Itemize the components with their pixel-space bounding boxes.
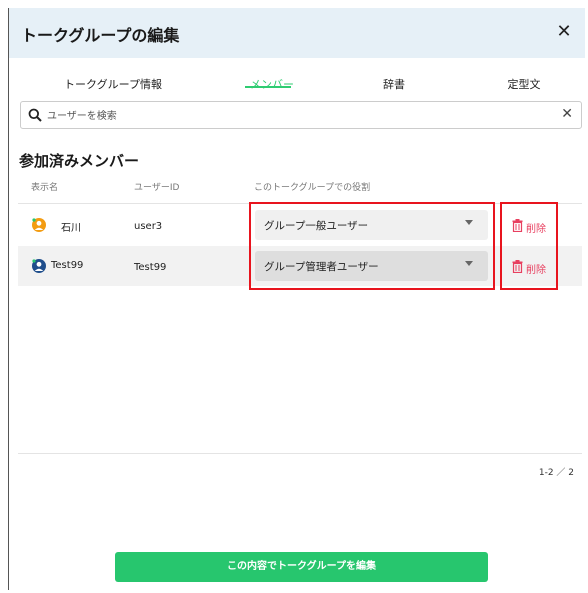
- close-icon[interactable]: ✕: [553, 21, 575, 43]
- highlight-box-role: [249, 202, 495, 290]
- tab-members[interactable]: メンバー: [242, 76, 302, 92]
- member-user-id: user3: [134, 221, 163, 232]
- tab-group-info[interactable]: トークグループ情報: [61, 76, 165, 92]
- divider: [18, 453, 582, 454]
- user-search-box[interactable]: ✕: [20, 101, 582, 129]
- tab-bar: トークグループ情報 メンバー 辞書 定型文: [9, 66, 585, 104]
- member-name: 石川: [61, 223, 81, 234]
- user-avatar-icon: [32, 259, 46, 273]
- tab-templates[interactable]: 定型文: [499, 76, 549, 92]
- section-title: 参加済みメンバー: [19, 152, 140, 170]
- avatar: [32, 259, 46, 273]
- submit-edit-button[interactable]: この内容でトークグループを編集: [115, 552, 488, 582]
- dialog-title: トークグループの編集: [21, 26, 180, 45]
- dialog-header: トークグループの編集 ✕: [9, 8, 585, 58]
- active-tab-indicator: [245, 86, 291, 88]
- clear-search-icon[interactable]: ✕: [561, 106, 573, 122]
- column-header-role: このトークグループでの役割: [254, 183, 371, 193]
- column-header-user-id: ユーザーID: [134, 183, 180, 193]
- member-name: Test99: [51, 260, 84, 271]
- user-avatar-icon: [32, 218, 46, 232]
- member-user-id: Test99: [134, 262, 167, 273]
- avatar: [32, 218, 46, 232]
- pagination-info: 1-2 ／ 2: [538, 468, 574, 478]
- search-icon: [28, 108, 42, 122]
- search-input[interactable]: [47, 106, 547, 126]
- highlight-box-delete: [500, 202, 558, 290]
- edit-talk-group-dialog: トークグループの編集 ✕ トークグループ情報 メンバー 辞書 定型文: [8, 8, 585, 590]
- tab-dictionary[interactable]: 辞書: [379, 76, 409, 92]
- column-header-display-name: 表示名: [31, 183, 59, 193]
